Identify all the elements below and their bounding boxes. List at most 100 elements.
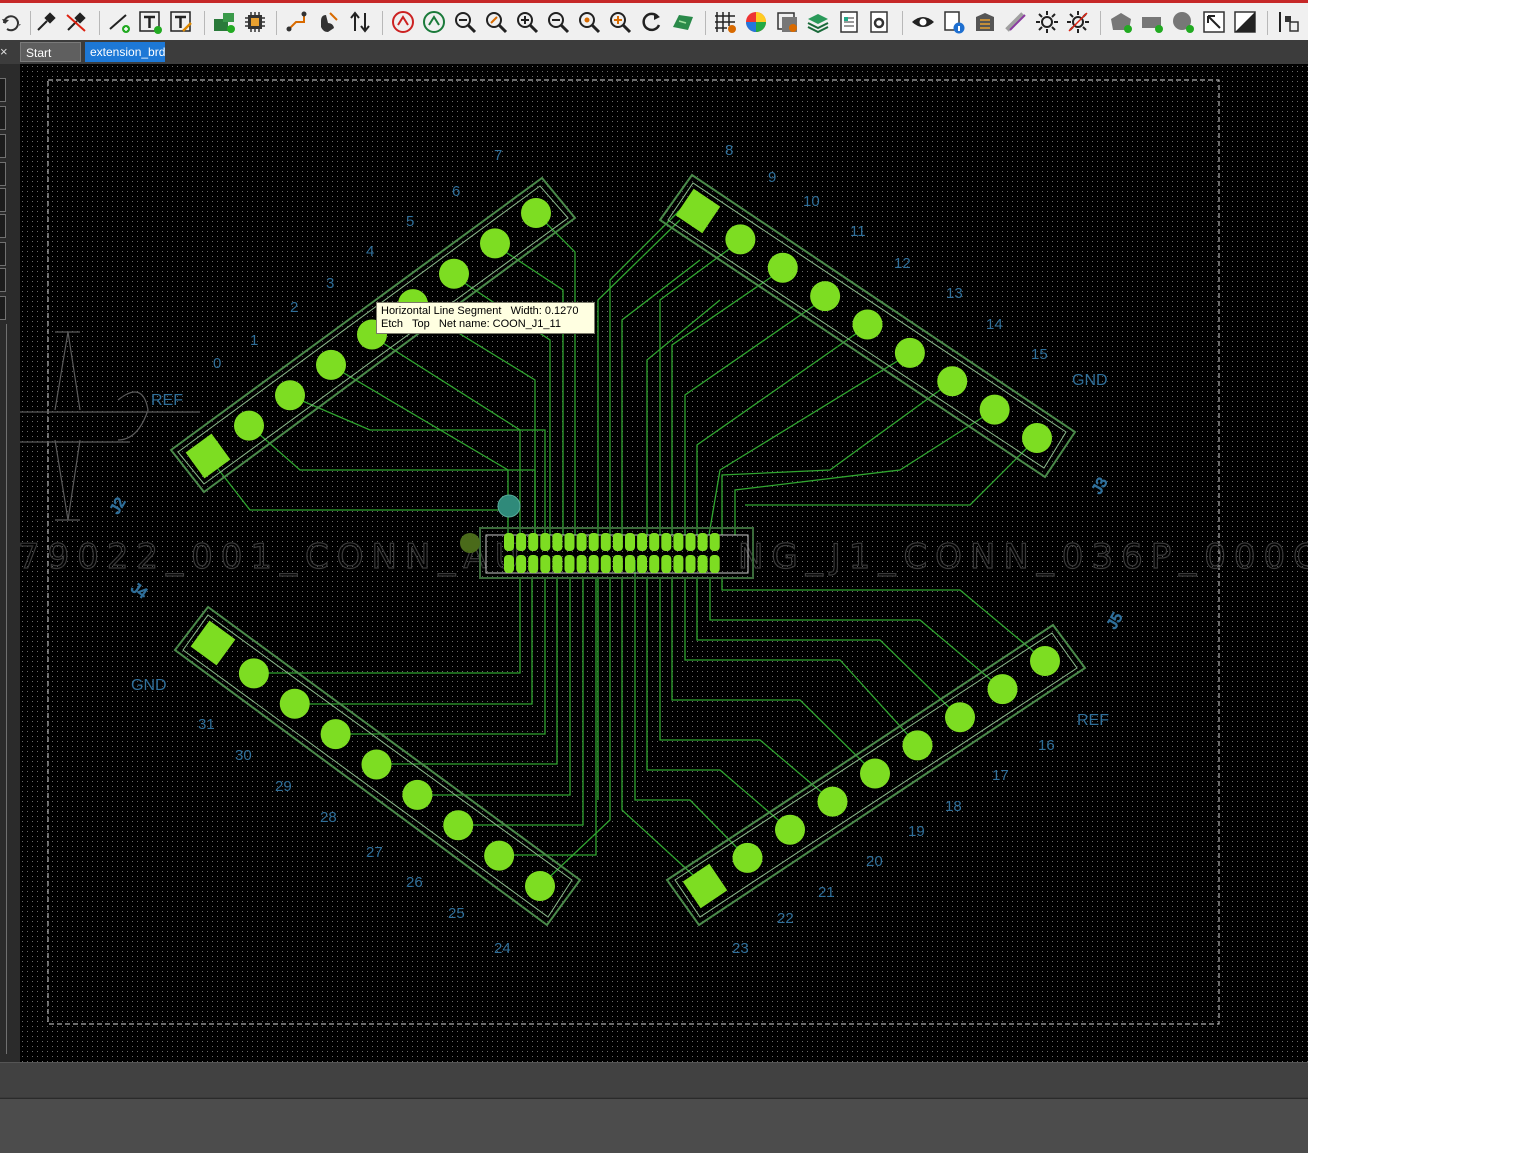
connector-pad[interactable]	[697, 555, 708, 573]
round-pad[interactable]	[525, 871, 555, 901]
connector-pad[interactable]	[516, 533, 527, 551]
trace[interactable]	[708, 353, 910, 536]
connector-pad[interactable]	[612, 533, 623, 551]
trace[interactable]	[721, 381, 952, 535]
chip-icon[interactable]	[242, 8, 268, 36]
trace[interactable]	[535, 212, 576, 535]
round-pad[interactable]	[894, 337, 925, 368]
shadow-icon[interactable]	[774, 8, 800, 36]
text-add-icon[interactable]	[137, 8, 163, 36]
tab-extension-brd[interactable]: extension_brd	[85, 42, 165, 62]
connector-pad[interactable]	[540, 555, 551, 573]
round-pad[interactable]	[439, 258, 469, 289]
refresh-icon[interactable]	[638, 8, 664, 36]
pcb-design-canvas[interactable]: 79022_001_CONN_AU NG_J1_CONN_036P_000C_I	[20, 64, 1308, 1062]
connector-pad[interactable]	[709, 533, 720, 551]
round-pad[interactable]	[402, 779, 433, 810]
connector-pad[interactable]	[516, 555, 527, 573]
connector-pad[interactable]	[564, 555, 575, 573]
connector-pad[interactable]	[661, 533, 672, 551]
round-pad[interactable]	[443, 810, 474, 841]
connector-pad[interactable]	[552, 555, 563, 573]
connector-pad[interactable]	[673, 533, 684, 551]
connector-pad[interactable]	[625, 555, 635, 573]
slash-icon[interactable]	[1232, 8, 1258, 36]
round-pad[interactable]	[275, 380, 305, 411]
trace[interactable]	[255, 578, 521, 674]
round-pad[interactable]	[279, 688, 310, 719]
round-pad[interactable]	[775, 814, 805, 845]
connector-pad[interactable]	[576, 555, 587, 573]
round-pad[interactable]	[316, 349, 346, 380]
trace[interactable]	[646, 299, 721, 535]
trace[interactable]	[684, 297, 826, 535]
trace[interactable]	[684, 578, 919, 747]
trace[interactable]	[207, 455, 510, 511]
trace[interactable]	[494, 244, 564, 535]
trace[interactable]	[709, 578, 1004, 691]
connector-pad[interactable]	[637, 533, 648, 551]
report-icon[interactable]	[836, 8, 862, 36]
trace[interactable]	[646, 578, 792, 832]
round-pad[interactable]	[320, 719, 351, 750]
trace[interactable]	[459, 578, 584, 826]
connector-pad[interactable]	[697, 533, 708, 551]
component-place-icon[interactable]	[211, 8, 237, 36]
trace[interactable]	[337, 578, 546, 735]
zoom-world-icon[interactable]	[607, 8, 633, 36]
route-connect-icon[interactable]	[284, 8, 310, 36]
pin-add-icon[interactable]	[33, 8, 59, 36]
online-drc-icon[interactable]	[421, 8, 447, 36]
round-pad[interactable]	[852, 309, 883, 340]
trace[interactable]	[499, 578, 597, 856]
tab-start-page[interactable]: Start Page	[20, 42, 81, 80]
library-icon[interactable]	[972, 8, 998, 36]
connector-pad[interactable]	[685, 533, 696, 551]
options-icon[interactable]	[1275, 8, 1301, 36]
highlight-icon[interactable]	[1003, 8, 1029, 36]
connector-pad[interactable]	[649, 555, 660, 573]
connector-pad[interactable]	[685, 555, 696, 573]
connector-pad[interactable]	[504, 533, 514, 551]
trace[interactable]	[377, 578, 558, 765]
round-pad[interactable]	[979, 394, 1010, 425]
settings-icon[interactable]	[866, 8, 892, 36]
connector-pad[interactable]	[576, 533, 587, 551]
connector-pad[interactable]	[649, 533, 660, 551]
trace[interactable]	[249, 425, 536, 535]
zoom-out-icon[interactable]	[452, 8, 478, 36]
connector-pad[interactable]	[709, 555, 720, 573]
slide-icon[interactable]	[315, 8, 341, 36]
zoom-fit-icon[interactable]	[483, 8, 509, 36]
round-pad[interactable]	[480, 228, 510, 259]
zoom-window-icon[interactable]	[576, 8, 602, 36]
round-pad[interactable]	[521, 198, 551, 228]
zoom-out-alt-icon[interactable]	[545, 8, 571, 36]
round-pad[interactable]	[1022, 423, 1052, 453]
color-icon[interactable]	[743, 8, 769, 36]
trace[interactable]	[696, 578, 961, 719]
round-pad[interactable]	[361, 749, 392, 780]
connector-pad[interactable]	[540, 533, 551, 551]
connector-pad[interactable]	[552, 533, 563, 551]
round-pad[interactable]	[238, 658, 269, 689]
swap-icon[interactable]	[347, 8, 373, 36]
board-3d-icon[interactable]	[670, 8, 696, 36]
trace[interactable]	[671, 578, 876, 775]
redo-icon[interactable]	[0, 8, 26, 36]
round-pad[interactable]	[732, 842, 763, 873]
layers-icon[interactable]	[805, 8, 831, 36]
command-window[interactable]	[0, 1062, 1308, 1097]
connector-pad[interactable]	[588, 555, 599, 573]
connector-pad[interactable]	[673, 555, 684, 573]
connector-pad[interactable]	[600, 533, 611, 551]
square-pad[interactable]	[185, 433, 231, 479]
trace[interactable]	[621, 259, 701, 535]
round-pad[interactable]	[484, 840, 515, 871]
round-pad[interactable]	[860, 758, 890, 789]
visibility-icon[interactable]	[910, 8, 936, 36]
shape-add-icon[interactable]	[1108, 8, 1134, 36]
connector-pad[interactable]	[504, 555, 514, 573]
round-pad[interactable]	[1030, 646, 1060, 676]
round-pad[interactable]	[817, 786, 848, 817]
